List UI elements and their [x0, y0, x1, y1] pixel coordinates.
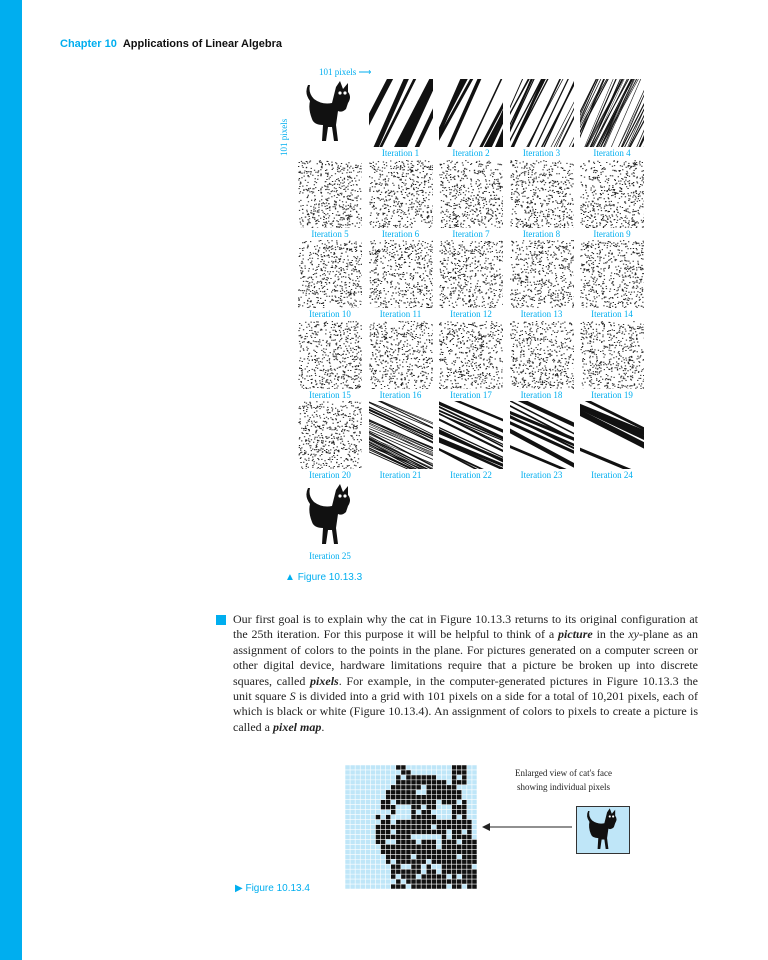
iteration-image	[509, 320, 574, 389]
accent-sidebar	[0, 0, 22, 960]
iteration-image	[298, 401, 362, 470]
iteration-caption: Iteration 21	[379, 470, 422, 481]
iteration-image	[509, 401, 574, 470]
iteration-image	[509, 240, 574, 309]
chapter-title: Applications of Linear Algebra	[122, 38, 282, 50]
iteration-cell: Iteration 25	[297, 482, 363, 563]
iteration-image	[509, 79, 574, 147]
iteration-image	[580, 240, 644, 309]
term-pixels: pixels	[310, 673, 339, 688]
figure-label: ▲ Figure 10.13.3	[285, 572, 363, 583]
iteration-caption: Iteration 5	[311, 228, 349, 239]
iteration-cell: Iteration 5	[297, 159, 363, 241]
iteration-cell: Iteration 16	[368, 320, 434, 402]
iteration-caption: Iteration 6	[381, 228, 420, 239]
iteration-caption: Iteration 22	[450, 470, 492, 481]
iteration-caption: Iteration 15	[309, 389, 351, 400]
iteration-cell: Iteration 8	[509, 159, 575, 241]
iteration-caption: Iteration 10	[309, 309, 351, 320]
term-picture: picture	[558, 627, 593, 642]
figure-label: ▶ Figure 10.13.4	[235, 883, 310, 894]
iteration-caption: Iteration 25	[309, 551, 351, 561]
cat-icon	[306, 484, 350, 544]
iteration-image	[298, 320, 362, 389]
iteration-image	[580, 320, 644, 389]
iteration-cell: Iteration 13	[509, 240, 575, 321]
iteration-image	[439, 320, 503, 389]
page-header: Chapter 10 Applications of Linear Algebra	[60, 36, 282, 52]
iteration-cell: Iteration 17	[438, 320, 504, 402]
iteration-cell: Iteration 4	[579, 79, 645, 160]
iteration-image	[439, 240, 503, 309]
term-pixel-map: pixel map	[272, 719, 322, 734]
iteration-cell: Iteration 22	[438, 401, 504, 482]
iteration-caption: Iteration 18	[520, 389, 563, 400]
iteration-caption: Iteration 2	[452, 148, 490, 158]
iteration-caption: Iteration 24	[591, 470, 633, 481]
iteration-caption: Iteration 20	[309, 470, 351, 481]
iteration-cell: Iteration 12	[438, 240, 504, 321]
iteration-image	[580, 159, 644, 228]
iteration-cell: Iteration 7	[438, 159, 504, 241]
iteration-cell: Iteration 20	[297, 401, 363, 482]
iteration-caption: Iteration 9	[593, 228, 631, 239]
iteration-caption: Iteration 17	[450, 389, 492, 400]
iteration-caption: Iteration 12	[450, 309, 492, 320]
chapter-label: Chapter 10	[60, 38, 117, 50]
iteration-cell: Iteration 10	[297, 240, 363, 321]
iteration-cell: Iteration 1	[368, 79, 434, 160]
iteration-cell: Iteration 3	[509, 79, 575, 160]
iteration-image	[368, 401, 433, 470]
iteration-image	[368, 159, 433, 228]
figure-cat-map-iterations: 101 pixels ⟶ 101 pixels Iteration 1 Itera…	[279, 67, 653, 583]
iteration-cell: Iteration 9	[579, 159, 645, 241]
left-arrow-icon	[482, 823, 572, 831]
iteration-cell: Iteration 21	[368, 401, 434, 482]
original-cat-image	[297, 79, 363, 160]
iteration-image	[439, 79, 503, 147]
iteration-image	[580, 79, 644, 147]
iteration-caption: Iteration 7	[452, 228, 490, 239]
iteration-cell: Iteration 6	[368, 159, 434, 241]
iteration-caption: Iteration 11	[379, 309, 422, 320]
iteration-cell: Iteration 24	[579, 401, 645, 482]
iteration-caption: Iteration 8	[522, 228, 561, 239]
iteration-image	[439, 159, 503, 228]
iteration-caption: Iteration 13	[520, 309, 563, 320]
iteration-cell: Iteration 19	[579, 320, 645, 402]
width-dimension-label: 101 pixels ⟶	[319, 67, 372, 77]
iteration-cell: Iteration 15	[297, 320, 363, 402]
iteration-cell: Iteration 23	[509, 401, 575, 482]
body-paragraph: Our first goal is to explain why the cat…	[233, 612, 698, 734]
iteration-caption: Iteration 3	[522, 148, 561, 158]
iteration-caption: Iteration 19	[591, 389, 633, 400]
iteration-caption: Iteration 4	[593, 148, 631, 158]
iteration-cell: Iteration 2	[438, 79, 504, 160]
iteration-image	[368, 320, 433, 389]
height-dimension-label: 101 pixels	[279, 118, 289, 156]
cat-thumbnail	[576, 806, 630, 854]
iteration-image	[368, 79, 433, 147]
iteration-cell: Iteration 18	[509, 320, 575, 402]
iteration-image	[509, 159, 574, 228]
enlarged-pixel-grid	[345, 765, 477, 889]
iteration-image	[298, 240, 362, 309]
iteration-caption: Iteration 14	[591, 309, 633, 320]
iteration-caption: Iteration 16	[379, 389, 422, 400]
cat-icon	[587, 808, 617, 849]
iteration-caption: Iteration 1	[381, 148, 420, 158]
iteration-image	[368, 240, 433, 309]
figure-pixel-enlargement: Enlarged view of cat's face showing indi…	[235, 762, 634, 894]
cat-icon	[306, 81, 350, 141]
iteration-cell: Iteration 11	[368, 240, 434, 321]
section-marker	[198, 613, 226, 627]
enlargement-note: Enlarged view of cat's face showing indi…	[515, 768, 612, 792]
iteration-image	[298, 159, 362, 228]
iteration-image	[580, 401, 644, 470]
iteration-caption: Iteration 23	[520, 470, 563, 481]
iteration-image	[439, 401, 503, 470]
iteration-cell: Iteration 14	[579, 240, 645, 321]
